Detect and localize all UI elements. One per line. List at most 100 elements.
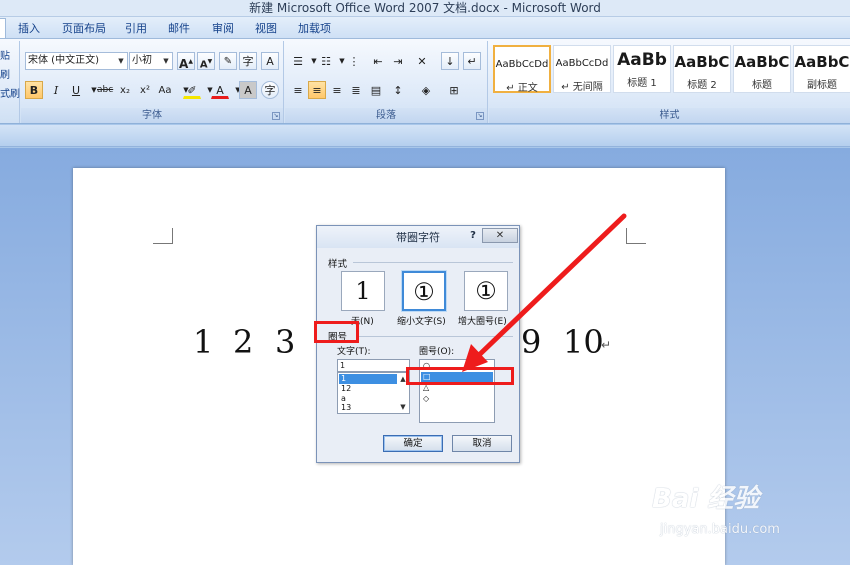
list-item[interactable]: 13 [339, 403, 397, 413]
ok-button[interactable]: 确定 [383, 435, 443, 452]
superscript-button[interactable]: x² [136, 81, 154, 99]
shrink-font-button[interactable]: A▼ [197, 52, 215, 70]
format-painter-label-2[interactable]: 式刷 [0, 85, 20, 100]
scroll-down-icon[interactable]: ▼ [398, 402, 408, 412]
tab-addins[interactable]: 加载项 [298, 21, 331, 37]
increase-indent-button[interactable]: ⇥ [389, 52, 407, 70]
style-title[interactable]: AaBbC 标题 [733, 45, 791, 93]
font-dialog-launcher[interactable]: ↘ [272, 112, 280, 120]
paste-label[interactable]: 贴 [0, 47, 10, 62]
decrease-indent-button[interactable]: ⇤ [369, 52, 387, 70]
list-item[interactable]: 1 [339, 374, 397, 384]
justify-icon: ≣ [351, 84, 361, 97]
style-glyph: ① [475, 277, 497, 305]
multilevel-list-icon: ⋮ [348, 55, 360, 68]
indent-icon: ⇥ [393, 55, 403, 68]
sort-button[interactable]: ↓ [441, 52, 459, 70]
clear-format-button[interactable]: ✎ [219, 52, 237, 70]
style-name: 标题 1 [627, 78, 657, 89]
style-section-label: 样式 [328, 259, 348, 270]
phonetic-icon: 字 [242, 55, 254, 68]
bold-button[interactable]: B [25, 81, 43, 99]
borders-button[interactable]: ⊞ [445, 81, 463, 99]
text-input[interactable]: 1 [337, 359, 410, 372]
multilevel-list-button[interactable]: ⋮ [345, 52, 363, 70]
char-shading-button[interactable]: A [239, 81, 257, 99]
tab-mailings[interactable]: 邮件 [168, 21, 190, 37]
align-right-icon: ≡ [332, 84, 342, 97]
tab-insert[interactable]: 插入 [18, 21, 40, 37]
phonetic-guide-button[interactable]: 字 [239, 52, 257, 70]
char-shading-icon: A [244, 84, 252, 97]
margin-corner-mark [626, 228, 646, 244]
italic-button[interactable]: I [47, 81, 65, 99]
tab-references[interactable]: 引用 [125, 21, 147, 37]
styles-group: AaBbCcDd ↵ 正文 AaBbCcDd ↵ 无间隔 AaBb 标题 1 A… [489, 41, 850, 123]
tab-view[interactable]: 视图 [255, 21, 277, 37]
paragraph-group: ☰ ▼ ☷ ▼ ⋮ ⇤ ⇥ ✕ ↓ ↵ ≡ ≡ ≡ ≣ ▤ ↕ ◈ ⊞ 段落 ↘ [285, 41, 488, 123]
font-name-select[interactable]: 宋体 (中文正文) ▼ [25, 52, 128, 70]
watermark-brand: Bai 经验 [652, 484, 760, 514]
tab-page-layout[interactable]: 页面布局 [62, 21, 106, 37]
change-case-button[interactable]: Aa [156, 81, 174, 99]
align-right-button[interactable]: ≡ [328, 81, 346, 99]
style-heading-2[interactable]: AaBbC 标题 2 [673, 45, 731, 93]
style-enlarge-caption[interactable]: 增大圈号(E) [458, 314, 507, 327]
style-name: ↵ 无间隔 [561, 82, 603, 93]
style-glyph: 1 [355, 277, 371, 305]
tab-review[interactable]: 审阅 [212, 21, 234, 37]
style-name: 副标题 [807, 80, 837, 91]
grow-font-button[interactable]: A▲ [177, 52, 195, 71]
doc-text-number: 9 [521, 323, 542, 361]
align-center-button[interactable]: ≡ [308, 81, 326, 99]
subscript-button[interactable]: x₂ [116, 81, 134, 99]
line-spacing-button[interactable]: ↕ [389, 81, 407, 99]
font-color-button[interactable]: A [211, 81, 229, 99]
char-border-button[interactable]: A [261, 52, 279, 70]
help-icon[interactable]: ? [467, 229, 479, 243]
style-name: ↵ 正文 [506, 83, 538, 94]
style-heading-1[interactable]: AaBb 标题 1 [613, 45, 671, 93]
circle-list-label: 圈号(O): [419, 347, 455, 357]
style-subtitle[interactable]: AaBbC 副标题 [793, 45, 850, 93]
strikethrough-button[interactable]: abc [96, 81, 114, 99]
ribbon-tab-row: 插入 页面布局 引用 邮件 审阅 视图 加载项 [0, 17, 850, 39]
align-center-icon: ≡ [312, 84, 322, 97]
chinese-layout-button[interactable]: ✕ [413, 52, 431, 70]
style-sample: AaBbCcDd [495, 59, 549, 70]
enclose-characters-button[interactable]: 字 [261, 81, 279, 99]
style-no-spacing[interactable]: AaBbCcDd ↵ 无间隔 [553, 45, 611, 93]
justify-button[interactable]: ≣ [347, 81, 365, 99]
style-shrink-text-option[interactable]: ① [402, 271, 446, 311]
font-size-select[interactable]: 小初 ▼ [129, 52, 173, 70]
tab-start-edge[interactable] [0, 18, 6, 38]
paragraph-dialog-launcher[interactable]: ↘ [476, 112, 484, 120]
char-border-icon: A [266, 55, 274, 68]
style-shrink-caption[interactable]: 缩小文字(S) [397, 314, 446, 327]
align-left-button[interactable]: ≡ [289, 81, 307, 99]
paint-bucket-icon: ◈ [421, 84, 431, 97]
distributed-button[interactable]: ▤ [367, 81, 385, 99]
clipboard-group: 贴 刷 式刷 [0, 41, 20, 123]
style-sample: AaBbC [674, 53, 730, 71]
close-button[interactable]: ✕ [482, 228, 518, 243]
format-painter-label[interactable]: 刷 [0, 66, 10, 81]
align-left-icon: ≡ [293, 84, 303, 97]
chevron-down-icon: ▼ [163, 57, 169, 65]
underline-button[interactable]: U [67, 81, 85, 99]
list-item[interactable]: ◇ [421, 394, 493, 404]
highlight-button[interactable]: ✐ [183, 81, 201, 99]
style-enlarge-symbol-option[interactable]: ① [464, 271, 508, 311]
numbered-list-icon: ☷ [321, 55, 331, 68]
highlighter-icon: ✐ [187, 84, 197, 97]
style-none-option[interactable]: 1 [341, 271, 385, 311]
list-item[interactable]: 12 [339, 384, 397, 394]
font-group: 宋体 (中文正文) ▼ 小初 ▼ A▲ A▼ ✎ 字 A B I U ▼ abc… [21, 41, 284, 123]
text-listbox[interactable]: 1 12 a 13 ▲ ▼ [337, 372, 410, 414]
cancel-button[interactable]: 取消 [452, 435, 512, 452]
enclosed-char-icon: 字 [264, 84, 276, 97]
style-normal[interactable]: AaBbCcDd ↵ 正文 [493, 45, 551, 94]
show-marks-button[interactable]: ↵ [463, 52, 481, 70]
shading-button[interactable]: ◈ [417, 81, 435, 99]
font-size-value: 小初 [132, 55, 152, 66]
